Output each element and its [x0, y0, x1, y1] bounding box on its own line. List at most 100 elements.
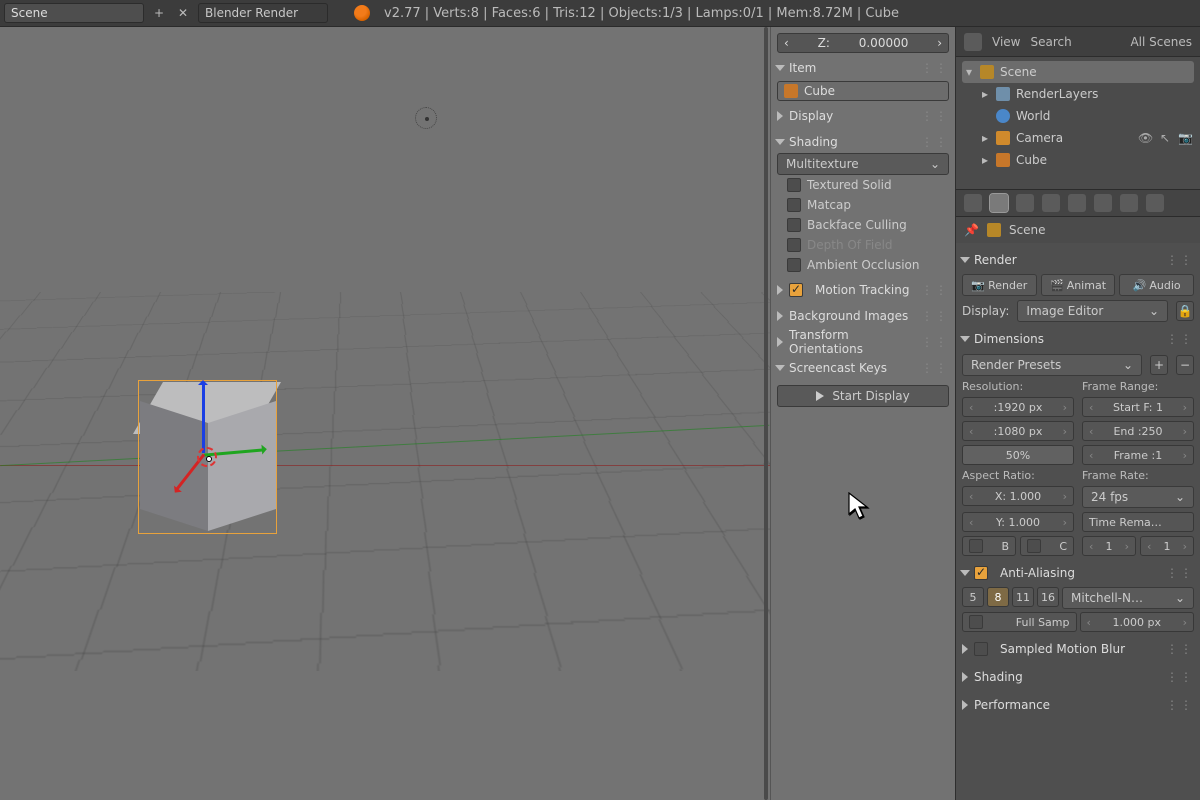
time-remap-new-field[interactable]: ‹1›: [1140, 536, 1194, 556]
panel-grip-icon[interactable]: ⋮⋮: [1166, 670, 1194, 684]
anti-aliasing-panel-header[interactable]: Anti-Aliasing ⋮⋮: [962, 562, 1194, 584]
motion-tracking-enable-checkbox[interactable]: [789, 283, 803, 297]
viewport-scrollbar[interactable]: [764, 27, 768, 800]
context-scene-name[interactable]: Scene: [1009, 223, 1046, 237]
disclosure-triangle-icon[interactable]: [777, 285, 783, 295]
render-tab-icon[interactable]: [990, 194, 1008, 212]
panel-grip-icon[interactable]: ⋮⋮: [1166, 698, 1194, 712]
aa-samples-11-button[interactable]: 11: [1012, 587, 1034, 607]
outliner-row-scene[interactable]: ▾ Scene: [962, 61, 1194, 83]
disclosure-triangle-icon[interactable]: [777, 311, 783, 321]
frame-step-field[interactable]: ‹Frame :1›: [1082, 445, 1194, 465]
expand-icon[interactable]: ▸: [980, 87, 990, 101]
3d-viewport[interactable]: [0, 27, 770, 800]
motion-tracking-panel-header[interactable]: Motion Tracking ⋮⋮: [777, 279, 949, 301]
frame-end-field[interactable]: ‹End :250›: [1082, 421, 1194, 441]
anti-aliasing-enable-checkbox[interactable]: [974, 566, 988, 580]
renderlayers-tab-icon[interactable]: [1016, 194, 1034, 212]
expand-icon[interactable]: ▸: [980, 131, 990, 145]
item-name-field[interactable]: Cube: [777, 81, 949, 101]
constraints-tab-icon[interactable]: [1120, 194, 1138, 212]
start-display-button[interactable]: Start Display: [777, 385, 949, 407]
disclosure-triangle-icon[interactable]: [960, 336, 970, 342]
textured-solid-checkbox[interactable]: Textured Solid: [777, 175, 949, 195]
aa-filter-dropdown[interactable]: Mitchell-N…⌄: [1062, 587, 1194, 609]
render-audio-button[interactable]: 🔊Audio: [1119, 274, 1194, 296]
outliner-view-menu[interactable]: View: [992, 35, 1020, 49]
world-tab-icon[interactable]: [1068, 194, 1086, 212]
performance-panel-header[interactable]: Performance ⋮⋮: [962, 694, 1194, 716]
matcap-checkbox[interactable]: Matcap: [777, 195, 949, 215]
border-checkbox[interactable]: B: [962, 536, 1016, 556]
panel-grip-icon[interactable]: ⋮⋮: [921, 309, 949, 323]
properties-editor-icon[interactable]: [964, 194, 982, 212]
frame-start-field[interactable]: ‹Start F: 1›: [1082, 397, 1194, 417]
scene-tab-icon[interactable]: [1042, 194, 1060, 212]
panel-grip-icon[interactable]: ⋮⋮: [1166, 642, 1194, 656]
panel-grip-icon[interactable]: ⋮⋮: [921, 135, 949, 149]
time-remap-old-field[interactable]: ‹1›: [1082, 536, 1136, 556]
render-animation-button[interactable]: 🎬Animat: [1041, 274, 1116, 296]
lamp-object-icon[interactable]: [415, 107, 437, 129]
disclosure-triangle-icon[interactable]: [775, 65, 785, 71]
modifiers-tab-icon[interactable]: [1146, 194, 1164, 212]
full-sample-checkbox[interactable]: Full Samp: [962, 612, 1077, 632]
sampled-motion-blur-checkbox[interactable]: [974, 642, 988, 656]
resolution-percentage-slider[interactable]: 50%: [962, 445, 1074, 465]
background-images-panel-header[interactable]: Background Images ⋮⋮: [777, 305, 949, 327]
scene-selector[interactable]: Scene: [4, 3, 144, 23]
crop-checkbox[interactable]: C: [1020, 536, 1074, 556]
panel-grip-icon[interactable]: ⋮⋮: [921, 61, 949, 75]
shading-panel-header-props[interactable]: Shading ⋮⋮: [962, 666, 1194, 688]
expand-icon[interactable]: ▾: [964, 65, 974, 79]
add-scene-button[interactable]: +: [150, 4, 168, 22]
add-preset-button[interactable]: +: [1150, 355, 1168, 375]
panel-grip-icon[interactable]: ⋮⋮: [921, 335, 949, 349]
disclosure-triangle-icon[interactable]: [777, 111, 783, 121]
disclosure-triangle-icon[interactable]: [960, 257, 970, 263]
pin-icon[interactable]: 📌: [964, 223, 979, 237]
ao-checkbox[interactable]: Ambient Occlusion: [777, 255, 949, 275]
aspect-y-field[interactable]: ‹Y: 1.000›: [962, 512, 1074, 532]
outliner-display-mode-dropdown[interactable]: All Scenes: [1130, 35, 1192, 49]
chevron-left-icon[interactable]: ‹: [784, 36, 789, 50]
aa-samples-8-button[interactable]: 8: [987, 587, 1009, 607]
item-panel-header[interactable]: Item ⋮⋮: [777, 57, 949, 79]
disclosure-triangle-icon[interactable]: [962, 700, 968, 710]
panel-grip-icon[interactable]: ⋮⋮: [1166, 332, 1194, 346]
dimensions-panel-header[interactable]: Dimensions ⋮⋮: [962, 328, 1194, 350]
fps-dropdown[interactable]: 24 fps⌄: [1082, 486, 1194, 508]
disclosure-triangle-icon[interactable]: [775, 365, 785, 371]
sampled-motion-blur-panel-header[interactable]: Sampled Motion Blur ⋮⋮: [962, 638, 1194, 660]
panel-grip-icon[interactable]: ⋮⋮: [921, 109, 949, 123]
lock-interface-button[interactable]: 🔒: [1176, 301, 1194, 321]
backface-culling-checkbox[interactable]: Backface Culling: [777, 215, 949, 235]
shading-panel-header[interactable]: Shading ⋮⋮: [777, 131, 949, 153]
disclosure-triangle-icon[interactable]: [777, 337, 783, 347]
outliner-row-camera[interactable]: ▸ Camera 👁↖📷: [962, 127, 1194, 149]
aa-pixel-size-field[interactable]: ‹1.000 px›: [1080, 612, 1195, 632]
transform-z-field[interactable]: ‹ Z: 0.00000 ›: [777, 33, 949, 53]
panel-grip-icon[interactable]: ⋮⋮: [921, 361, 949, 375]
expand-icon[interactable]: ▸: [980, 153, 990, 167]
object-tab-icon[interactable]: [1094, 194, 1112, 212]
screencast-keys-panel-header[interactable]: Screencast Keys ⋮⋮: [777, 357, 949, 379]
disclosure-triangle-icon[interactable]: [775, 139, 785, 145]
disclosure-triangle-icon[interactable]: [962, 672, 968, 682]
panel-grip-icon[interactable]: ⋮⋮: [1166, 253, 1194, 267]
aspect-x-field[interactable]: ‹X: 1.000›: [962, 486, 1074, 506]
outliner-search-menu[interactable]: Search: [1030, 35, 1071, 49]
remove-preset-button[interactable]: −: [1176, 355, 1194, 375]
disclosure-triangle-icon[interactable]: [962, 644, 968, 654]
restrict-toggles[interactable]: 👁↖📷: [1138, 131, 1192, 145]
panel-grip-icon[interactable]: ⋮⋮: [921, 283, 949, 297]
outliner-row-renderlayers[interactable]: ▸ RenderLayers: [962, 83, 1194, 105]
outliner-row-cube[interactable]: ▸ Cube: [962, 149, 1194, 171]
resolution-y-field[interactable]: ‹:1080 px›: [962, 421, 1074, 441]
render-engine-dropdown[interactable]: Blender Render: [198, 3, 328, 23]
outliner-row-world[interactable]: World: [962, 105, 1194, 127]
render-panel-header[interactable]: Render ⋮⋮: [962, 249, 1194, 271]
panel-grip-icon[interactable]: ⋮⋮: [1166, 566, 1194, 580]
display-panel-header[interactable]: Display ⋮⋮: [777, 105, 949, 127]
aa-samples-5-button[interactable]: 5: [962, 587, 984, 607]
